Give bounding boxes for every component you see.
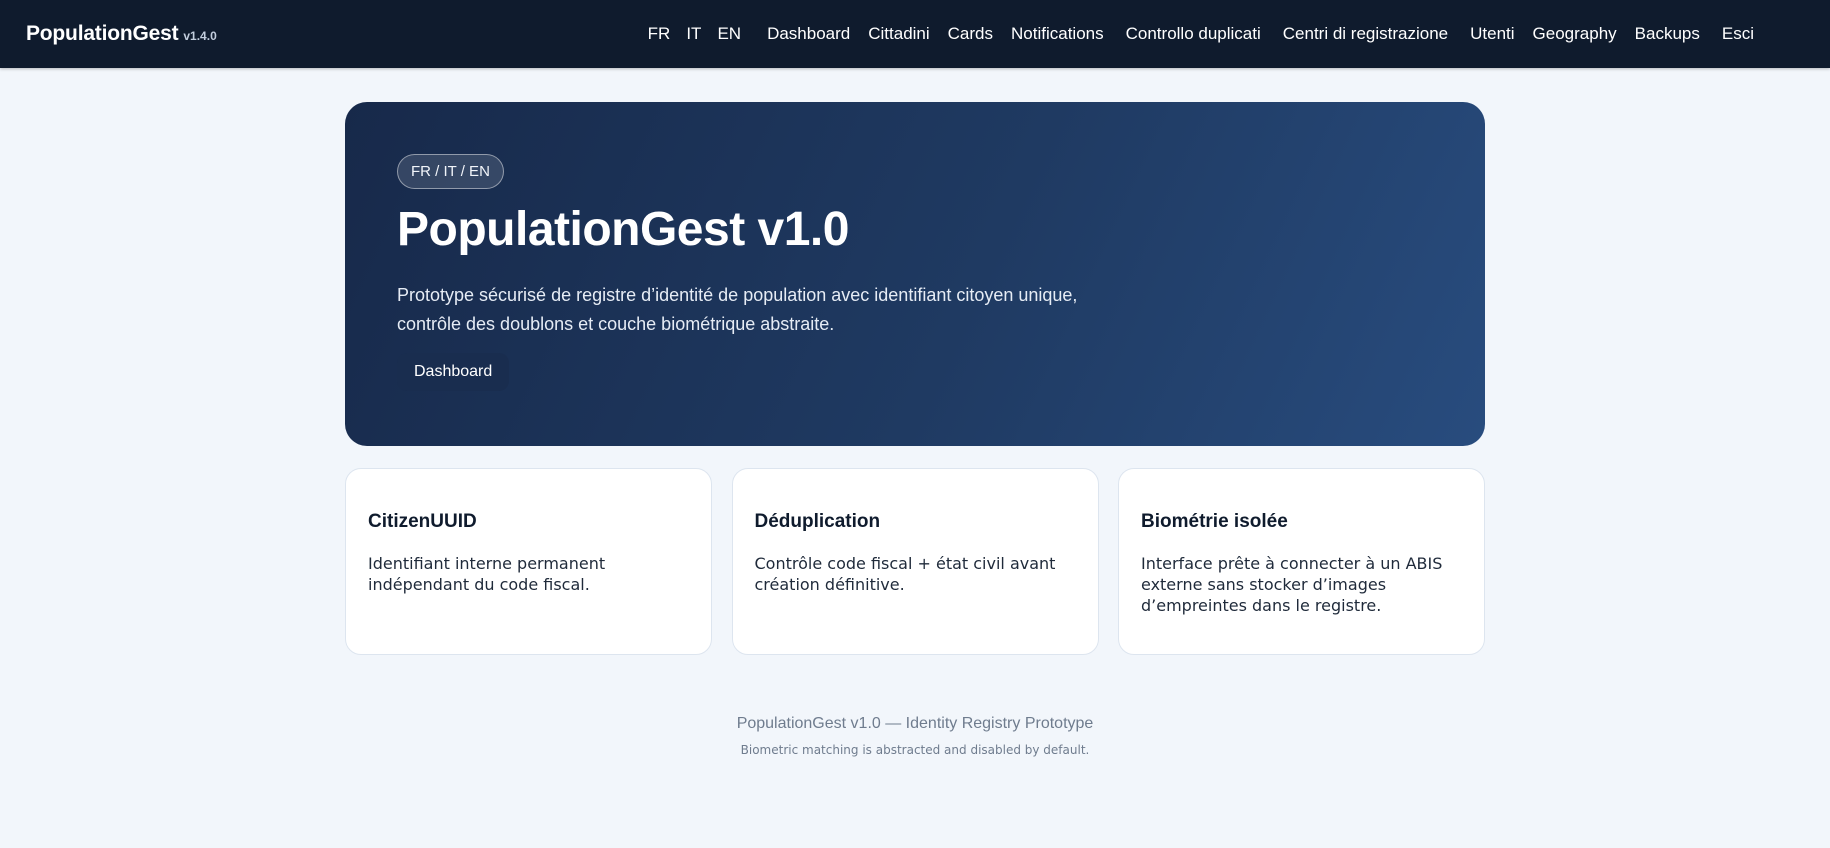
language-badge: FR / IT / EN (397, 154, 504, 189)
hero-title: PopulationGest v1.0 (397, 203, 849, 256)
lang-en-link[interactable]: EN (717, 24, 741, 44)
page-footer: PopulationGest v1.0 — Identity Registry … (345, 715, 1485, 757)
feature-card-biometrics: Biométrie isolée Interface prête à conne… (1118, 468, 1485, 655)
feature-cards: CitizenUUID Identifiant interne permanen… (345, 468, 1485, 655)
dashboard-button[interactable]: Dashboard (397, 353, 510, 392)
card-text: Contrôle code fiscal + état civil avant … (754, 554, 1056, 594)
top-navbar: PopulationGest v1.4.0 FR IT EN Dashboard… (0, 0, 1830, 68)
card-text: Identifiant interne permanent indépendan… (368, 554, 606, 594)
lang-fr-link[interactable]: FR (648, 24, 671, 44)
footer-note: Biometric matching is abstracted and dis… (740, 743, 1090, 757)
nav-cittadini[interactable]: Cittadini (868, 24, 929, 44)
nav-utenti[interactable]: Utenti (1470, 24, 1514, 44)
nav-notifications[interactable]: Notifications (1011, 24, 1104, 44)
card-title: Biométrie isolée (1141, 511, 1288, 532)
nav-dashboard[interactable]: Dashboard (767, 24, 850, 44)
brand[interactable]: PopulationGest v1.4.0 (26, 22, 217, 46)
card-text: Interface prête à connecter à un ABIS ex… (1141, 554, 1443, 615)
hero-panel: FR / IT / EN PopulationGest v1.0 Prototy… (345, 102, 1485, 446)
hero-description: Prototype sécurisé de registre d’identit… (397, 285, 1078, 335)
nav-controllo-duplicati[interactable]: Controllo duplicati (1126, 24, 1261, 44)
brand-name[interactable]: PopulationGest (26, 22, 179, 46)
feature-card-citizenuuid: CitizenUUID Identifiant interne permanen… (345, 468, 712, 655)
main-content: FR / IT / EN PopulationGest v1.0 Prototy… (345, 102, 1485, 757)
footer-title: PopulationGest v1.0 — Identity Registry … (736, 715, 1094, 732)
nav-centri-registrazione[interactable]: Centri di registrazione (1283, 24, 1448, 44)
brand-version: v1.4.0 (183, 29, 217, 43)
nav-esci[interactable]: Esci (1722, 24, 1754, 44)
main-nav: FR IT EN Dashboard Cittadini Cards Notif… (648, 24, 1804, 44)
nav-cards[interactable]: Cards (948, 24, 993, 44)
nav-geography[interactable]: Geography (1533, 24, 1617, 44)
nav-backups[interactable]: Backups (1635, 24, 1700, 44)
feature-card-deduplication: Déduplication Contrôle code fiscal + éta… (731, 468, 1099, 655)
card-title: CitizenUUID (368, 511, 477, 532)
card-title: Déduplication (754, 511, 881, 532)
lang-it-link[interactable]: IT (686, 24, 701, 44)
